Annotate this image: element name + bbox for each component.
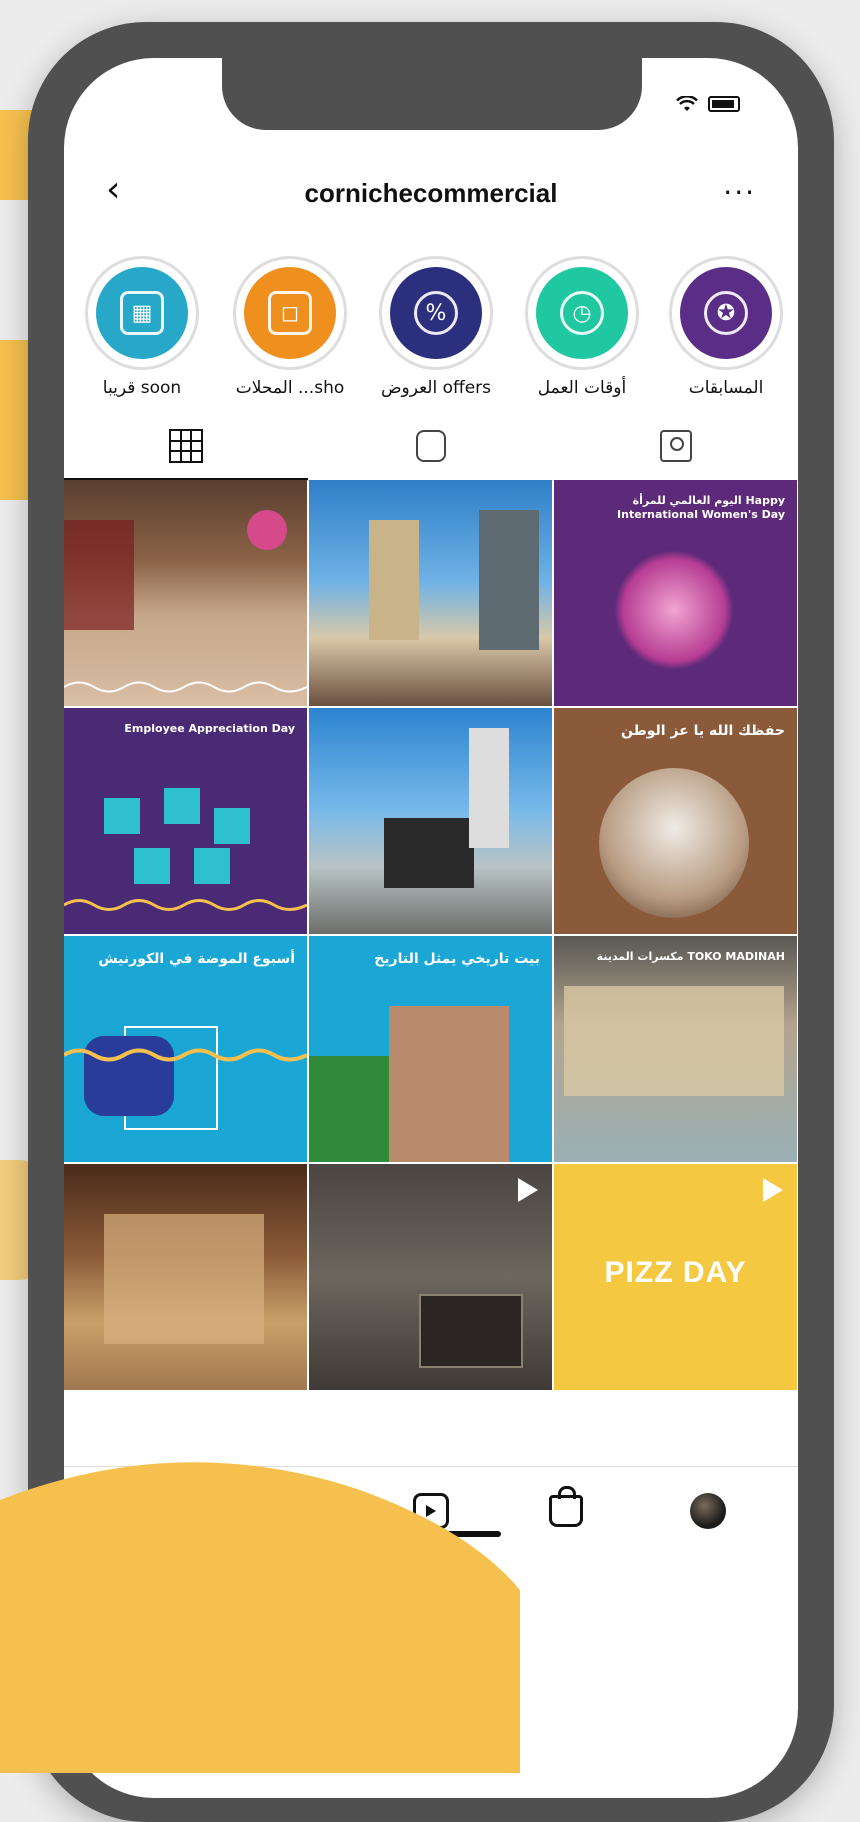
profile-username: cornichecommercial [304,178,558,208]
tab-reels[interactable] [309,414,553,478]
post-caption: حفظك الله يا عز الوطن [620,723,785,739]
highlight-shops[interactable]: ◻ المحلات ...sho [220,256,360,398]
yellow-wave-decor [0,1462,520,1773]
highlight-inner: ▦ [96,267,188,359]
post-caption: بيت تاريخي يمثل التاريخ [374,951,540,967]
post-thumbnail[interactable] [309,708,552,934]
shopping-bag-icon: ◻ [268,291,312,335]
highlight-ring: ◻ [233,256,347,370]
tab-posts-grid[interactable] [64,414,308,480]
highlight-ring: % [379,256,493,370]
profile-header: ‹ cornichecommercial ··· [64,170,798,230]
status-bar [676,96,740,112]
battery-icon [708,96,740,112]
post-thumbnail[interactable]: PIZZ DAY [554,1164,797,1390]
reel-play-icon [763,1178,783,1202]
reels-icon [416,430,446,462]
post-thumbnail[interactable]: أسبوع الموضة في الكورنيش [64,936,307,1162]
more-options-icon[interactable]: ··· [723,176,756,209]
highlight-ring: ✪ [669,256,783,370]
grid-icon [169,429,203,463]
wifi-icon [676,96,698,111]
post-thumbnail[interactable] [309,1164,552,1390]
post-caption: مكسرات المدينة TOKO MADINAH [596,950,785,963]
posts-grid: اليوم العالمي للمرأة Happy International… [64,480,798,1390]
highlight-contests[interactable]: ✪ المسابقات [656,256,796,398]
highlight-label: المحلات ...sho [235,378,345,398]
highlight-inner: ◻ [244,267,336,359]
highlight-ring: ◷ [525,256,639,370]
highlight-inner: % [390,267,482,359]
alarm-clock-icon: ◷ [560,291,604,335]
highlight-soon[interactable]: ▦ قريبا soon [72,256,212,398]
notch [222,58,642,130]
highlight-offers[interactable]: % العروض offers [366,256,506,398]
percent-badge-icon: % [414,291,458,335]
post-thumbnail[interactable]: اليوم العالمي للمرأة Happy International… [554,480,797,706]
highlight-label: قريبا soon [102,378,182,398]
post-caption: Employee Appreciation Day [124,722,295,735]
highlight-label: أوقات العمل [537,378,627,398]
post-thumbnail[interactable]: مكسرات المدينة TOKO MADINAH [554,936,797,1162]
post-caption: أسبوع الموضة في الكورنيش [98,951,295,967]
story-highlights: ▦ قريبا soon ◻ المحلات ...sho % العروض o… [64,256,798,398]
post-thumbnail[interactable]: Employee Appreciation Day [64,708,307,934]
highlight-label: المسابقات [688,378,764,398]
post-thumbnail[interactable]: بيت تاريخي يمثل التاريخ [309,936,552,1162]
post-caption: PIZZ DAY [604,1256,747,1289]
tagged-person-icon [660,430,692,462]
highlight-inner: ◷ [536,267,628,359]
tab-tagged[interactable] [554,414,798,478]
post-thumbnail[interactable] [309,480,552,706]
highlight-hours[interactable]: ◷ أوقات العمل [512,256,652,398]
post-thumbnail[interactable] [64,1164,307,1390]
post-caption: اليوم العالمي للمرأة Happy International… [617,494,785,522]
profile-tabs [64,414,798,481]
highlight-inner: ✪ [680,267,772,359]
post-thumbnail[interactable] [64,480,307,706]
calendar-icon: ▦ [120,291,164,335]
award-ribbon-icon: ✪ [704,291,748,335]
highlight-label: العروض offers [380,378,492,398]
post-thumbnail[interactable]: حفظك الله يا عز الوطن [554,708,797,934]
highlight-ring: ▦ [85,256,199,370]
reel-play-icon [518,1178,538,1202]
